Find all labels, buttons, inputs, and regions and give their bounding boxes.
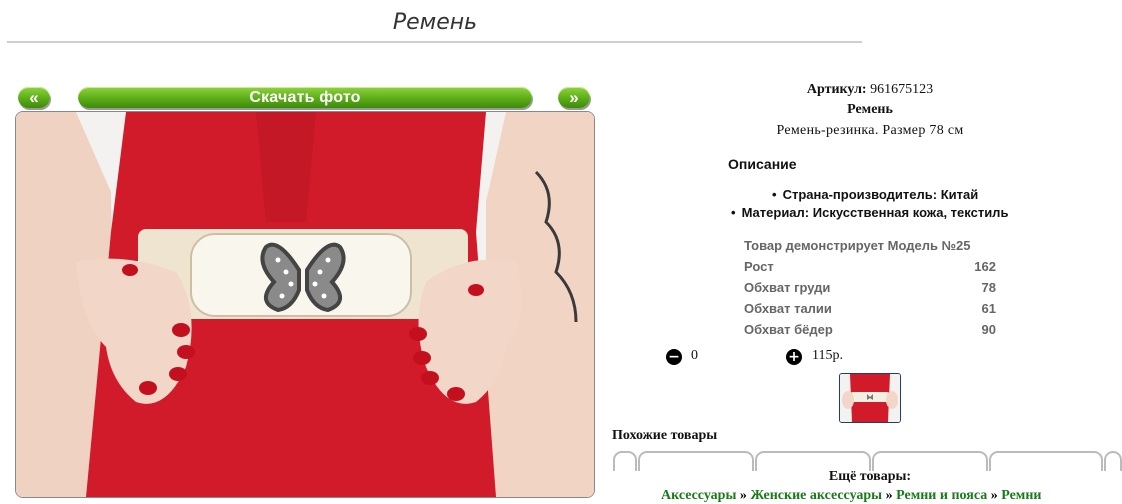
breadcrumb-link[interactable]: Аксессуары	[661, 488, 736, 503]
similar-tab[interactable]	[613, 451, 637, 471]
param-label: Обхват талии	[744, 301, 832, 316]
prev-photo-button[interactable]: «	[18, 87, 50, 108]
similar-products-strip	[613, 451, 1122, 471]
param-value: 162	[974, 259, 996, 274]
download-photo-button[interactable]: Скачать фото	[78, 87, 532, 108]
title-divider	[7, 41, 862, 43]
similar-tab[interactable]	[755, 451, 871, 471]
minus-circle-icon[interactable]: −	[666, 349, 682, 365]
param-row: Обхват бёдер 90	[744, 322, 996, 340]
feature-item: Страна-производитель: Китай	[772, 187, 979, 202]
plus-circle-icon[interactable]: +	[786, 349, 802, 365]
more-products-heading: Ещё товары:	[828, 469, 912, 484]
similar-products-heading: Похожие товары	[612, 428, 718, 443]
page-title: Ремень	[392, 10, 478, 35]
param-value: 90	[981, 322, 996, 337]
similar-tab[interactable]	[872, 451, 988, 471]
feature-item: Материал: Искусственная кожа, текстиль	[731, 205, 1009, 220]
product-photo	[15, 111, 595, 498]
similar-tab[interactable]	[1104, 451, 1122, 471]
similar-tab[interactable]	[638, 451, 754, 471]
product-thumbnail[interactable]	[839, 373, 901, 423]
similar-tab[interactable]	[989, 451, 1103, 471]
param-label: Обхват бёдер	[744, 322, 833, 337]
model-params-heading: Товар демонстрирует Модель №25	[744, 238, 971, 253]
param-value: 61	[981, 301, 996, 316]
sku-line: Артикул: 961675123	[600, 82, 1122, 98]
breadcrumb-link[interactable]: Ремни	[1001, 488, 1041, 503]
param-value: 78	[981, 280, 996, 295]
param-row: Обхват талии 61	[744, 301, 996, 319]
breadcrumb-link[interactable]: Женские аксессуары	[750, 488, 882, 503]
sku-label: Артикул:	[806, 82, 867, 97]
breadcrumb-separator: »	[990, 488, 998, 503]
sku-value: 961675123	[870, 82, 934, 97]
next-photo-button[interactable]: »	[558, 87, 590, 108]
breadcrumb-separator: »	[739, 488, 747, 503]
quantity-value: 0	[691, 348, 698, 363]
price: 115р.	[812, 348, 843, 363]
description-heading: Описание	[728, 156, 797, 172]
breadcrumb-separator: »	[885, 488, 893, 503]
param-label: Обхват груди	[744, 280, 831, 295]
param-label: Рост	[744, 259, 774, 274]
breadcrumb-link[interactable]: Ремни и пояса	[896, 488, 987, 503]
param-row: Обхват груди 78	[744, 280, 996, 298]
param-row: Рост 162	[744, 259, 996, 277]
product-name: Ремень	[847, 102, 893, 117]
product-short-desc: Ремень-резинка. Размер 78 см	[776, 123, 964, 138]
